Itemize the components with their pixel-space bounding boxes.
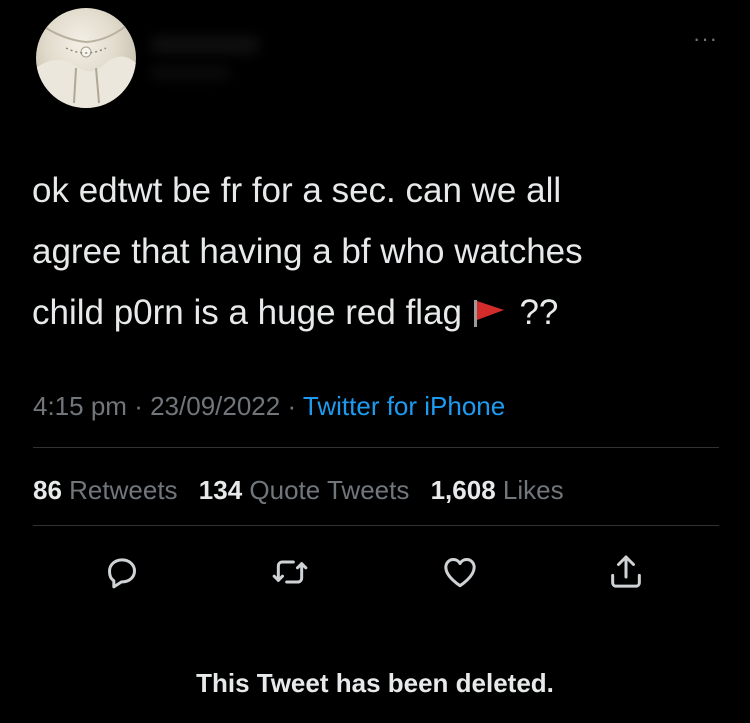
username[interactable] [150, 66, 230, 80]
red-flag-icon [472, 286, 506, 347]
more-icon[interactable]: ··· [693, 28, 718, 50]
meta-separator: · [134, 391, 143, 421]
tweet-text-line-1: ok edtwt be fr for a sec. can we all [32, 171, 562, 210]
likes-count: 1,608 [430, 475, 496, 505]
retweets-label: Retweets [69, 475, 178, 505]
likes-stat[interactable]: 1,608 Likes [431, 475, 564, 505]
avatar[interactable] [36, 8, 136, 108]
quote-tweets-stat[interactable]: 134 Quote Tweets [199, 475, 410, 505]
tweet-text-line-3: child p0rn is a huge red flag [32, 293, 462, 332]
avatar-image [36, 25, 136, 108]
reply-button[interactable] [98, 548, 146, 596]
heart-icon [444, 558, 476, 588]
retweet-icon [272, 560, 308, 584]
likes-label: Likes [502, 475, 564, 505]
retweets-count: 86 [33, 475, 62, 505]
meta-separator: · [287, 391, 297, 421]
tweet-time: 4:15 pm [33, 391, 127, 421]
reply-icon [108, 558, 136, 589]
tweet-text-line-2: agree that having a bf who watches [32, 232, 583, 271]
like-button[interactable] [436, 548, 484, 596]
tweet-text-line-3-end: ?? [519, 293, 559, 332]
quote-tweets-label: Quote Tweets [249, 475, 410, 505]
display-name[interactable] [150, 36, 260, 54]
retweet-button[interactable] [266, 548, 314, 596]
tweet-text: ok edtwt be fr for a sec. can we all agr… [32, 160, 722, 347]
deleted-notice: This Tweet has been deleted. [196, 668, 554, 698]
quote-tweets-count: 134 [198, 475, 243, 505]
tweet-source-link[interactable]: Twitter for iPhone [303, 391, 505, 421]
divider [33, 447, 719, 448]
divider [33, 525, 719, 526]
tweet-metadata: 4:15 pm · 23/09/2022 · Twitter for iPhon… [33, 386, 505, 426]
tweet-date: 23/09/2022 [150, 391, 281, 421]
share-button[interactable] [602, 548, 650, 596]
tweet-stats: 86 Retweets 134 Quote Tweets 1,608 Likes [33, 470, 578, 510]
retweets-stat[interactable]: 86 Retweets [33, 475, 178, 505]
action-bar [0, 548, 750, 596]
share-icon [611, 555, 641, 588]
